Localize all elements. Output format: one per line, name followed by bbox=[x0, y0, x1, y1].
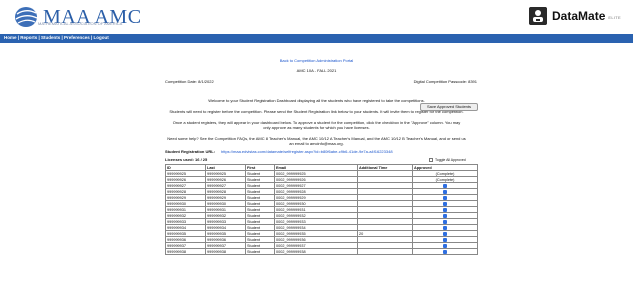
student-registration-table: ID Last First Email Additional Time Appr… bbox=[165, 164, 478, 255]
app-header: MAA AMC MATHEMATICAL ASSOCIATION OF AMER… bbox=[0, 0, 633, 34]
approve-checkbox[interactable] bbox=[443, 225, 447, 230]
approve-checkbox[interactable] bbox=[443, 213, 447, 218]
toggle-all-label: Toggle All Approved bbox=[435, 158, 466, 162]
datamate-title: DataMate bbox=[552, 9, 606, 23]
cell-approved bbox=[412, 248, 478, 255]
main-nav-bar: Home | Reports | Students | Preferences … bbox=[0, 34, 633, 43]
approve-checkbox[interactable] bbox=[443, 231, 447, 236]
approve-checkbox[interactable] bbox=[443, 243, 447, 248]
approve-checkbox[interactable] bbox=[443, 189, 447, 194]
registration-url-link[interactable]: https://maa.edvistas.com/datamate/selfre… bbox=[221, 149, 393, 154]
help-text-2: an email to amcinfo@maa.org. bbox=[289, 141, 344, 146]
competition-date: Competition Date: 8/1/2022 bbox=[165, 79, 214, 84]
approve-checkbox[interactable] bbox=[443, 207, 447, 212]
approve-checkbox[interactable] bbox=[443, 219, 447, 224]
globe-logo-icon bbox=[15, 7, 38, 27]
welcome-text: Welcome to your Student Registration Das… bbox=[208, 98, 425, 103]
cell-last: 999999938 bbox=[205, 248, 246, 255]
nav-links[interactable]: Home | Reports | Students | Preferences … bbox=[4, 35, 109, 40]
registration-url-label: Student Registration URL: bbox=[165, 149, 215, 154]
cell-email: 0002_999999938 bbox=[274, 248, 358, 255]
logo-subtitle: MATHEMATICAL ASSOCIATION OF AMERICA bbox=[38, 21, 123, 26]
digital-passcode: Digital Competition Passcode: 8391 bbox=[413, 79, 477, 84]
cell-additional-time[interactable] bbox=[357, 248, 413, 255]
cell-first: Student bbox=[245, 248, 275, 255]
approve-instructions-2: only approve as many students for which … bbox=[263, 125, 370, 130]
approve-checkbox[interactable] bbox=[443, 183, 447, 188]
datamate-brand: DataMate ELITE bbox=[529, 7, 621, 25]
toggle-all-checkbox[interactable] bbox=[429, 158, 433, 162]
instructions-text: Students will need to register before th… bbox=[169, 109, 464, 114]
datamate-tier: ELITE bbox=[608, 15, 621, 20]
back-to-portal-link[interactable]: Back to Competition Administration Porta… bbox=[0, 58, 633, 63]
approve-checkbox[interactable] bbox=[443, 249, 447, 254]
approve-checkbox[interactable] bbox=[443, 195, 447, 200]
licenses-used: Licenses used: 16 / 25 bbox=[165, 157, 208, 162]
approve-checkbox[interactable] bbox=[443, 237, 447, 242]
toggle-all-approved[interactable]: Toggle All Approved bbox=[429, 158, 466, 162]
competition-name: AMC 10A - FALL 2021 bbox=[296, 68, 337, 73]
datamate-user-icon bbox=[529, 7, 548, 25]
approve-checkbox[interactable] bbox=[443, 201, 447, 206]
table-body: 999999925 999999925 Student 0002_999999925(… bbox=[165, 170, 478, 255]
save-approved-students-button[interactable]: Save Approved Students bbox=[420, 103, 478, 111]
cell-id: 999999938 bbox=[165, 248, 206, 255]
table-row: 999999938 999999938 Student 0002_999999938 bbox=[165, 248, 478, 255]
